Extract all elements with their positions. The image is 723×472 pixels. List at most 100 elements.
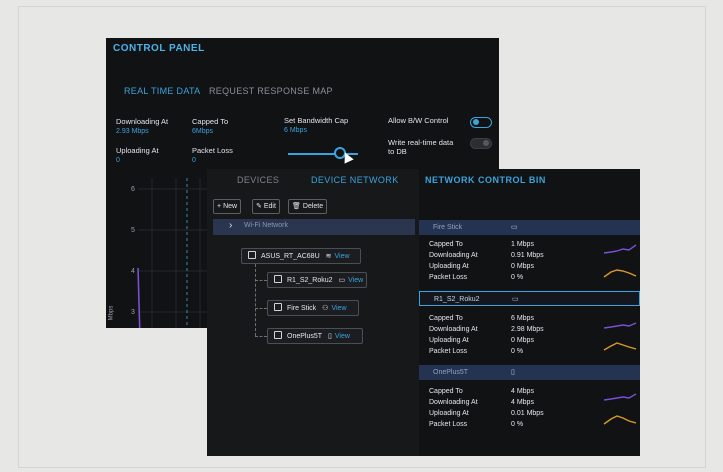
device-view-link[interactable]: View	[335, 333, 350, 340]
allow-bw-label: Allow B/W Control	[388, 116, 449, 125]
new-button-label: New	[223, 203, 238, 210]
sparkline-roku	[603, 322, 637, 351]
device-checkbox[interactable]	[274, 275, 282, 283]
packet-loss-label: Packet Loss	[429, 421, 468, 428]
capped-value: 1 Mbps	[511, 241, 534, 248]
write-rt-label: Write real-time data to DB	[388, 138, 454, 156]
new-button[interactable]: + New	[213, 199, 242, 214]
sparkline-oneplus	[603, 393, 637, 425]
capped-label: Capped To	[429, 388, 463, 395]
capped-value: 6 Mbps	[511, 315, 534, 322]
downloading-label: Downloading At	[429, 326, 478, 333]
device-node-oneplus[interactable]: OnePlus5T ▯ View	[267, 328, 363, 344]
uploading-label: Uploading At	[429, 263, 469, 270]
control-panel-title: CONTROL PANEL	[113, 43, 205, 54]
uploading-label: Uploading At	[116, 146, 159, 155]
device-node-roku[interactable]: R1_S2_Roku2 ▭ View	[267, 272, 367, 288]
capped-label: Capped To	[429, 241, 463, 248]
bandwidth-cap-label: Set Bandwidth Cap	[284, 116, 349, 125]
capped-label: Capped To	[429, 315, 463, 322]
upload-sparkline	[603, 269, 637, 278]
capped-value: 4 Mbps	[511, 388, 534, 395]
router-checkbox[interactable]	[248, 251, 256, 259]
tv-icon: ▭	[511, 224, 518, 231]
phone-icon: ▯	[328, 333, 332, 340]
packet-loss-label: Packet Loss	[429, 274, 468, 281]
downloading-value: 2.98 Mbps	[511, 326, 544, 333]
uploading-value: 0	[116, 157, 120, 164]
uploading-value: 0 Mbps	[511, 263, 534, 270]
bin-device-header-roku[interactable]: R1_S2_Roku2 ▭	[419, 291, 640, 306]
trash-icon: 🗑	[292, 203, 301, 210]
tree-connector	[255, 264, 256, 336]
bandwidth-cap-value: 6 Mbps	[284, 127, 307, 134]
download-sparkline	[603, 393, 637, 401]
tab-devices[interactable]: DEVICES	[237, 175, 279, 185]
downloading-value: 2.93 Mbps	[116, 128, 149, 135]
toggle-knob	[473, 119, 479, 125]
tree-connector	[255, 336, 267, 337]
bin-device-header-oneplus[interactable]: OnePlus5T ▯	[419, 365, 640, 380]
tab-request-response-map[interactable]: REQUEST RESPONSE MAP	[209, 86, 333, 96]
bin-device-header-fire-stick[interactable]: Fire Stick ▭	[419, 220, 640, 235]
uploading-value: 0.01 Mbps	[511, 410, 544, 417]
toggle-knob	[483, 140, 489, 146]
plus-icon: +	[217, 203, 222, 210]
chevron-right-icon[interactable]: ›	[229, 220, 232, 231]
phone-icon: ▯	[511, 369, 515, 376]
packet-loss-value: 0 %	[511, 421, 524, 428]
device-view-link[interactable]: View	[331, 305, 346, 312]
delete-button[interactable]: 🗑 Delete	[288, 199, 328, 214]
uploading-value: 0 Mbps	[511, 337, 534, 344]
downloading-value: 4 Mbps	[511, 399, 534, 406]
upload-sparkline	[603, 342, 637, 351]
tab-device-network[interactable]: DEVICE NETWORK	[311, 175, 399, 185]
download-sparkline	[603, 322, 637, 329]
wifi-icon: ≋	[325, 253, 332, 260]
device-checkbox[interactable]	[274, 303, 282, 311]
bin-device-name: R1_S2_Roku2	[434, 296, 480, 303]
packet-loss-value: 0 %	[511, 348, 524, 355]
bin-device-name: Fire Stick	[433, 224, 463, 231]
router-node[interactable]: ASUS_RT_AC68U ≋ View	[241, 248, 361, 264]
write-rt-toggle[interactable]	[470, 138, 492, 149]
uploading-label: Uploading At	[429, 337, 469, 344]
capped-value: 6Mbps	[192, 128, 214, 135]
download-sparkline	[603, 244, 637, 254]
router-name: ASUS_RT_AC68U	[261, 253, 320, 260]
tree-connector	[255, 280, 267, 281]
wifi-network-row[interactable]: › Wi-Fi Network	[213, 219, 415, 235]
tab-real-time-data[interactable]: REAL TIME DATA	[124, 86, 200, 96]
device-name: R1_S2_Roku2	[287, 277, 333, 284]
edit-button-label: Edit	[263, 203, 276, 210]
network-control-bin-title: NETWORK CONTROL BIN	[425, 175, 546, 185]
downloading-label: Downloading At	[429, 399, 478, 406]
uploading-label: Uploading At	[429, 410, 469, 417]
pencil-icon: ✎	[256, 203, 262, 210]
packet-loss-value: 0	[192, 157, 196, 164]
tv-icon: ▭	[338, 277, 346, 284]
edit-button[interactable]: ✎ Edit	[252, 199, 280, 214]
device-view-link[interactable]: View	[348, 277, 363, 284]
device-network-window: DEVICES DEVICE NETWORK + New ✎ Edit 🗑 Delet…	[207, 169, 419, 456]
bin-device-name: OnePlus5T	[433, 369, 469, 376]
allow-bw-toggle[interactable]	[470, 117, 492, 128]
packet-loss-label: Packet Loss	[192, 146, 233, 155]
packet-loss-label: Packet Loss	[429, 348, 468, 355]
tree-connector	[255, 308, 267, 309]
device-node-fire-stick[interactable]: Fire Stick ⚇ View	[267, 300, 359, 316]
wifi-network-label: Wi-Fi Network	[244, 222, 288, 229]
upload-sparkline	[603, 415, 637, 425]
network-icon: ⚇	[322, 305, 329, 312]
download-series-line	[137, 267, 141, 328]
router-view-link[interactable]: View	[335, 253, 350, 260]
network-control-bin-window: NETWORK CONTROL BIN Fire Stick ▭ Capped …	[419, 169, 640, 456]
downloading-label: Downloading At	[116, 117, 169, 126]
packet-loss-value: 0 %	[511, 274, 524, 281]
delete-button-label: Delete	[302, 203, 324, 210]
capped-label: Capped To	[192, 117, 229, 126]
device-name: OnePlus5T	[287, 333, 323, 340]
device-checkbox[interactable]	[274, 331, 282, 339]
downloading-label: Downloading At	[429, 252, 478, 259]
tv-icon: ▭	[512, 296, 519, 303]
